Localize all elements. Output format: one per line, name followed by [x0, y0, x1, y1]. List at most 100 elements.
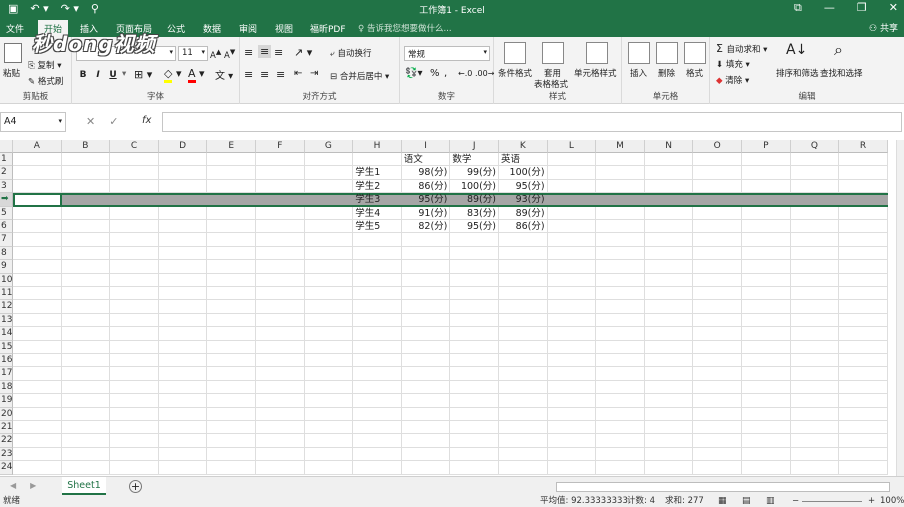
score-cell[interactable]: 91(分): [404, 207, 451, 220]
delete-cells-button[interactable]: 删除: [658, 67, 675, 79]
column-header[interactable]: G: [304, 140, 354, 153]
row-header[interactable]: 6: [0, 220, 13, 234]
share-button[interactable]: ⚇ 共享: [869, 21, 898, 34]
insert-cells-icon[interactable]: [628, 42, 650, 64]
tab-foxit-pdf[interactable]: 福昕PDF: [310, 22, 346, 35]
row-header[interactable]: 14: [0, 327, 13, 341]
student-name-cell[interactable]: 学生1: [355, 166, 402, 179]
enter-icon[interactable]: ✓: [109, 115, 118, 128]
sheet-tab[interactable]: Sheet1: [62, 477, 106, 495]
delete-cells-icon[interactable]: [656, 42, 678, 64]
cell-styles-icon[interactable]: [586, 42, 608, 64]
fill-button[interactable]: ⬇ 填充 ▾: [716, 58, 750, 70]
normal-view-icon[interactable]: ▦: [718, 496, 727, 507]
column-header[interactable]: F: [256, 140, 305, 153]
select-all-corner[interactable]: [0, 140, 13, 153]
score-cell[interactable]: 93(分): [501, 193, 548, 206]
column-header[interactable]: N: [644, 140, 694, 153]
zoom-in-icon[interactable]: +: [868, 496, 875, 507]
horizontal-scrollbar[interactable]: [556, 482, 890, 492]
percent-icon[interactable]: %: [430, 68, 440, 79]
row-header[interactable]: 10: [0, 273, 13, 287]
insert-function-button[interactable]: fx: [142, 115, 151, 126]
ribbon-display-icon[interactable]: ⧉: [794, 1, 802, 15]
row-header[interactable]: 11: [0, 287, 13, 301]
tell-me-search[interactable]: ♀ 告诉我您想要做什么...: [358, 22, 452, 34]
align-top-icon[interactable]: ≡: [244, 46, 253, 59]
font-color-icon[interactable]: A ▾: [188, 67, 205, 83]
student-name-cell[interactable]: 学生2: [355, 180, 402, 193]
add-sheet-icon[interactable]: +: [129, 480, 142, 493]
worksheet-grid[interactable]: ABCDEFGHIJKLMNOPQR 1 2 3 ➡ 5 6 7 8 9 10 11 12 13 14 15…: [0, 140, 904, 476]
align-middle-icon[interactable]: ≡: [258, 45, 272, 58]
font-size-combo[interactable]: 11 ▾: [178, 46, 208, 61]
column-header[interactable]: B: [61, 140, 111, 153]
comma-icon[interactable]: ,: [444, 68, 447, 79]
tab-formulas[interactable]: 公式: [167, 22, 185, 35]
cancel-icon[interactable]: ✕: [86, 115, 95, 128]
tab-view[interactable]: 视图: [275, 22, 293, 35]
name-box[interactable]: A4 ▾: [0, 112, 66, 132]
copy-button[interactable]: ⎘ 复制 ▾: [28, 59, 62, 71]
paste-button[interactable]: 粘贴: [3, 67, 20, 79]
underline-button[interactable]: U: [106, 68, 120, 82]
vertical-scrollbar[interactable]: [896, 140, 904, 476]
score-cell[interactable]: 95(分): [404, 193, 451, 206]
tab-review[interactable]: 审阅: [239, 22, 257, 35]
row-header[interactable]: 23: [0, 447, 13, 462]
tab-data[interactable]: 数据: [203, 22, 221, 35]
prev-sheet-icon[interactable]: ◀: [10, 481, 16, 490]
score-cell[interactable]: 95(分): [452, 220, 499, 233]
score-cell[interactable]: 99(分): [452, 166, 499, 179]
row-header[interactable]: 19: [0, 394, 13, 408]
column-header[interactable]: K: [499, 140, 548, 153]
table-format-icon[interactable]: [542, 42, 564, 64]
row-header[interactable]: 13: [0, 313, 13, 328]
merge-center-button[interactable]: ⊟ 合并后居中 ▾: [330, 70, 389, 82]
student-name-cell[interactable]: 学生3: [355, 193, 402, 206]
row-header[interactable]: 2: [0, 166, 13, 180]
format-painter-button[interactable]: ✎ 格式刷: [28, 75, 63, 87]
autosum-button[interactable]: Σ 自动求和 ▾: [716, 42, 767, 55]
align-right-icon[interactable]: ≡: [276, 68, 285, 81]
zoom-slider[interactable]: [802, 501, 862, 502]
column-header[interactable]: D: [158, 140, 208, 153]
phonetic-icon[interactable]: 文 ▾: [215, 67, 233, 82]
active-cell[interactable]: [13, 193, 62, 207]
row-header[interactable]: 17: [0, 367, 13, 381]
magnifier-icon[interactable]: ⌕: [834, 40, 843, 60]
formula-input[interactable]: [162, 112, 902, 132]
row-header[interactable]: ➡: [0, 193, 13, 207]
row-header[interactable]: 24: [0, 461, 13, 475]
table-header-cell[interactable]: 语文: [404, 153, 451, 166]
column-header[interactable]: E: [207, 140, 256, 153]
column-header[interactable]: A: [13, 140, 62, 153]
align-center-icon[interactable]: ≡: [260, 68, 269, 81]
score-cell[interactable]: 86(分): [501, 220, 548, 233]
row-header[interactable]: 12: [0, 300, 13, 314]
page-break-view-icon[interactable]: ▥: [766, 496, 775, 507]
row-header[interactable]: 9: [0, 260, 13, 274]
column-header[interactable]: R: [839, 140, 888, 153]
score-cell[interactable]: 89(分): [452, 193, 499, 206]
table-header-cell[interactable]: 英语: [501, 153, 548, 166]
row-header[interactable]: 21: [0, 421, 13, 435]
score-cell[interactable]: 100(分): [452, 180, 499, 193]
increase-indent-icon[interactable]: ⇥: [310, 68, 318, 79]
student-name-cell[interactable]: 学生4: [355, 207, 402, 220]
table-header-cell[interactable]: 数学: [452, 153, 499, 166]
conditional-format-button[interactable]: 条件格式: [498, 67, 532, 79]
underline-dropdown[interactable]: ▾: [122, 69, 126, 79]
border-icon[interactable]: ⊞ ▾: [134, 68, 152, 81]
increase-decimal-icon[interactable]: ←.0: [458, 69, 472, 78]
tab-file[interactable]: 文件: [6, 22, 24, 35]
paste-icon[interactable]: [4, 43, 22, 63]
row-header[interactable]: 15: [0, 340, 13, 354]
next-sheet-icon[interactable]: ▶: [30, 481, 36, 490]
wrap-text-button[interactable]: ⤶ 自动换行: [330, 47, 371, 59]
number-format-combo[interactable]: 常规 ▾: [404, 46, 490, 61]
column-header[interactable]: P: [742, 140, 791, 153]
column-header[interactable]: L: [547, 140, 597, 153]
row-header[interactable]: 1: [0, 153, 13, 167]
score-cell[interactable]: 82(分): [404, 220, 451, 233]
